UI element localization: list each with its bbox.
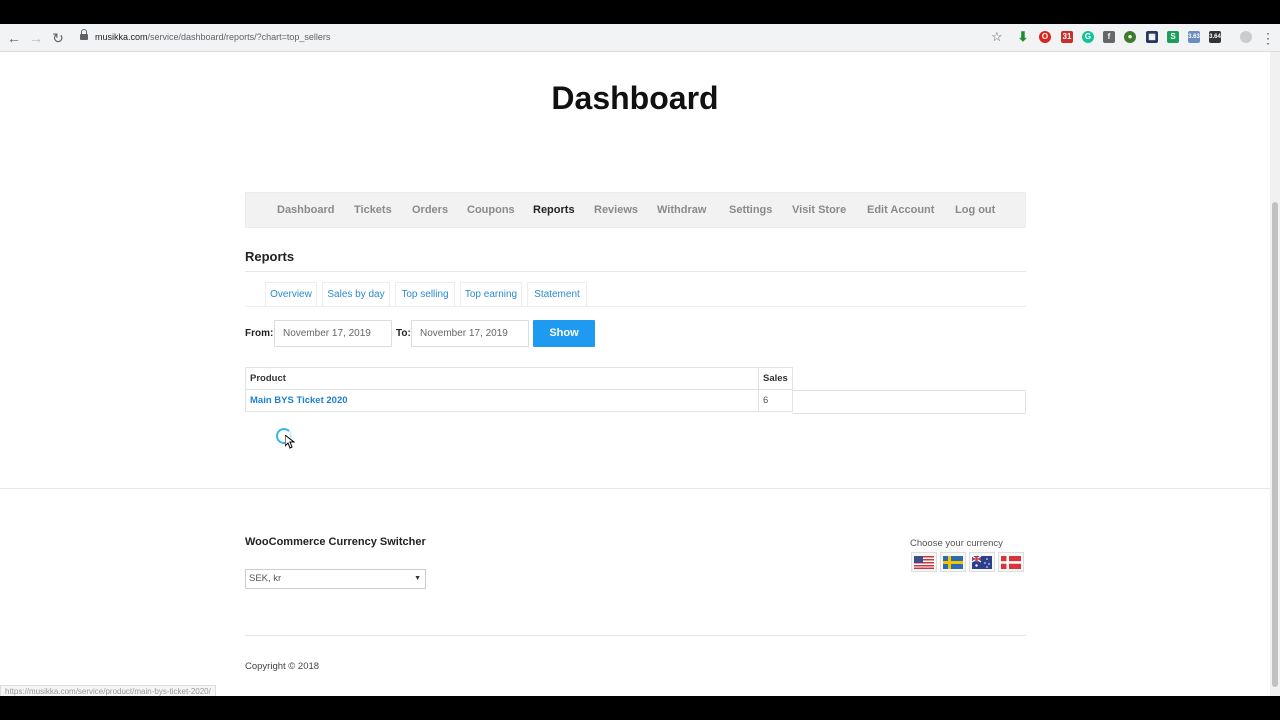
to-date-input[interactable]: November 17, 2019 <box>411 320 529 347</box>
nav-item-tickets[interactable]: Tickets <box>354 204 392 216</box>
nav-item-reports[interactable]: Reports <box>533 204 575 216</box>
browser-toolbar: ← → ↻ musikka.com/service/dashboard/repo… <box>0 24 1280 52</box>
nav-item-settings[interactable]: Settings <box>729 204 772 216</box>
page-viewport: Dashboard Dashboard Tickets Orders Coupo… <box>0 52 1270 696</box>
nav-item-log-out[interactable]: Log out <box>955 204 995 216</box>
nav-item-edit-account[interactable]: Edit Account <box>867 204 934 216</box>
back-icon[interactable]: ← <box>6 30 22 46</box>
mouse-cursor-icon <box>285 435 295 449</box>
product-link[interactable]: Main BYS Ticket 2020 <box>250 395 348 406</box>
us-flag-icon[interactable] <box>911 552 937 572</box>
reload-icon[interactable]: ↻ <box>50 30 66 46</box>
footer-divider <box>0 488 1270 489</box>
nav-item-dashboard[interactable]: Dashboard <box>277 204 334 216</box>
copyright-divider <box>245 635 1026 636</box>
sales-count: 6 <box>758 389 793 412</box>
url-text: musikka.com/service/dashboard/reports/?c… <box>95 32 331 42</box>
page-scrollbar[interactable] <box>1270 52 1280 696</box>
s-extension-icon[interactable]: S <box>1167 31 1179 43</box>
forward-icon[interactable]: → <box>28 30 44 46</box>
globe-extension-icon[interactable]: ● <box>1124 31 1136 43</box>
calendar-extension-icon[interactable]: 31 <box>1061 31 1073 43</box>
dropdown-arrow-icon: ▼ <box>414 575 421 582</box>
scrollbar-thumb[interactable] <box>1272 202 1278 687</box>
divider <box>245 271 1026 272</box>
tab-top-earning[interactable]: Top earning <box>460 282 522 306</box>
nav-item-visit-store[interactable]: Visit Store <box>792 204 846 216</box>
nav-item-withdraw[interactable]: Withdraw <box>657 204 706 216</box>
denmark-flag-icon[interactable] <box>998 552 1024 572</box>
ext-badge-icon-2[interactable]: 3.64 <box>1209 31 1221 43</box>
show-button[interactable]: Show <box>533 320 595 347</box>
nav-item-reviews[interactable]: Reviews <box>594 204 638 216</box>
tab-sales-by-day[interactable]: Sales by day <box>322 282 390 306</box>
column-header-product: Product <box>245 367 759 390</box>
grid-extension-icon[interactable]: ▦ <box>1146 31 1158 43</box>
bookmark-star-icon[interactable]: ☆ <box>991 30 1003 44</box>
tab-overview[interactable]: Overview <box>265 282 317 306</box>
download-extension-icon[interactable]: ⬇ <box>1017 30 1029 43</box>
currency-select[interactable]: SEK, kr ▼ <box>245 569 426 589</box>
reports-heading: Reports <box>245 249 295 264</box>
copyright-text: Copyright © 2018 <box>245 661 320 672</box>
to-label: To: <box>396 328 411 339</box>
sweden-flag-icon[interactable] <box>940 552 966 572</box>
currency-widget-title: WooCommerce Currency Switcher <box>245 536 426 548</box>
address-bar[interactable]: musikka.com/service/dashboard/reports/?c… <box>72 27 1012 49</box>
tab-top-selling[interactable]: Top selling <box>395 282 455 306</box>
profile-avatar-icon[interactable] <box>1240 31 1252 43</box>
choose-currency-label: Choose your currency <box>910 538 1003 549</box>
ext-badge-icon-1[interactable]: 3.63 <box>1188 31 1200 43</box>
dashboard-nav: Dashboard Tickets Orders Coupons Reports… <box>245 192 1026 228</box>
grammarly-extension-icon[interactable]: G <box>1082 31 1094 43</box>
nav-item-coupons[interactable]: Coupons <box>467 204 515 216</box>
top-selling-table: Product Sales Main BYS Ticket 2020 6 <box>245 367 793 412</box>
table-row: Main BYS Ticket 2020 6 <box>245 389 793 412</box>
tabs-underline <box>245 306 1026 307</box>
tab-statement[interactable]: Statement <box>527 282 587 306</box>
f-extension-icon[interactable]: f <box>1103 31 1115 43</box>
opera-extension-icon[interactable]: O <box>1039 31 1051 43</box>
nav-item-orders[interactable]: Orders <box>412 204 448 216</box>
currency-selected-value: SEK, kr <box>249 573 282 584</box>
table-header-row: Product Sales <box>245 367 793 390</box>
australia-flag-icon[interactable] <box>969 552 995 572</box>
from-date-input[interactable]: November 17, 2019 <box>274 320 392 347</box>
from-label: From: <box>245 328 274 339</box>
column-header-sales: Sales <box>758 367 793 390</box>
page-title: Dashboard <box>551 80 719 116</box>
menu-kebab-icon[interactable]: ⋮ <box>1260 30 1276 46</box>
table-row-extension <box>792 390 1026 414</box>
lock-icon <box>80 29 88 40</box>
link-status-bar: https://musikka.com/service/product/main… <box>0 685 216 696</box>
